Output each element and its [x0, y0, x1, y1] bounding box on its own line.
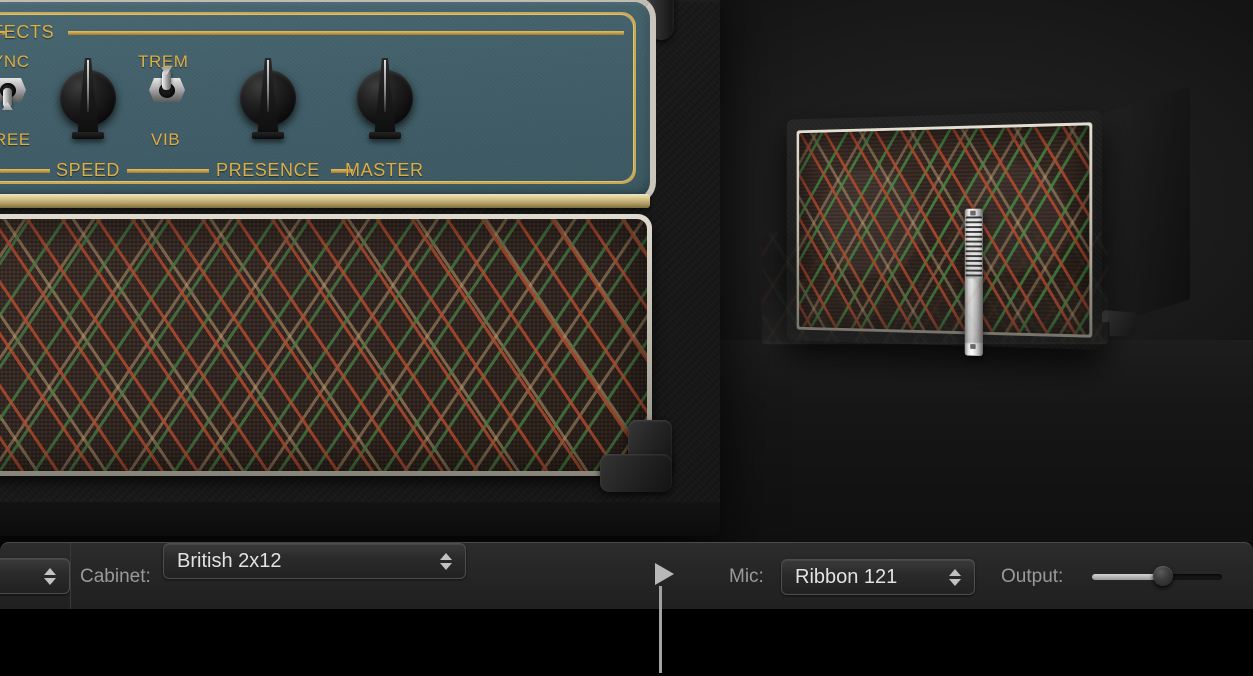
- amp-bottom-edge: [0, 502, 720, 536]
- window-bottom-area: [0, 609, 1253, 676]
- output-label: Output:: [1001, 566, 1064, 587]
- output-slider[interactable]: [1092, 566, 1222, 587]
- knob-foot: [369, 132, 401, 139]
- knob-indicator-line: [87, 60, 89, 112]
- amp-grille-frame: [0, 214, 652, 476]
- bottom-toolbar: Cabinet: British 2x12 Mic: Ribbon 121 Ou…: [0, 542, 1253, 610]
- triangle-down-icon: [440, 562, 452, 570]
- sync-label: SYNC: [0, 52, 30, 71]
- callout-pointer: [655, 563, 681, 673]
- speed-rule-right: [127, 169, 209, 173]
- mic-popup-button[interactable]: Ribbon 121: [781, 559, 975, 595]
- triangle-up-icon: [44, 567, 56, 575]
- amp-head[interactable]: EFFECTS DEPTH SPEED PRESENCE MASTER ON O…: [0, 0, 720, 536]
- vib-label: VIB: [151, 130, 181, 149]
- presence-knob-label: PRESENCE: [216, 160, 320, 180]
- amp-handle: [648, 0, 674, 40]
- knob-foot: [72, 132, 104, 139]
- amp-model-popup-partial[interactable]: [0, 558, 70, 594]
- master-knob-label: MASTER: [345, 160, 424, 180]
- mic-value: Ribbon 121: [795, 565, 898, 588]
- cabinet-value: British 2x12: [177, 549, 282, 572]
- slider-fill: [1092, 574, 1163, 580]
- trem-vib-switch[interactable]: [149, 72, 185, 106]
- depth-rule-right: [0, 169, 50, 173]
- presence-knob[interactable]: [240, 58, 296, 139]
- mic-stepper-arrows[interactable]: [944, 568, 966, 586]
- corner-protector-horizontal: [600, 454, 672, 492]
- slider-thumb[interactable]: [1152, 566, 1173, 586]
- master-knob[interactable]: [357, 58, 413, 139]
- triangle-up-icon: [440, 552, 452, 560]
- callout-stem: [659, 586, 662, 673]
- amp-control-panel: EFFECTS DEPTH SPEED PRESENCE MASTER ON O…: [0, 0, 656, 204]
- cabinet-popup-button[interactable]: British 2x12: [163, 543, 466, 579]
- mic-top-notch: [970, 210, 976, 216]
- triangle-up-icon: [949, 568, 961, 576]
- speed-knob[interactable]: [60, 58, 116, 139]
- mic-label: Mic:: [729, 566, 764, 587]
- amp-designer-window: EFFECTS DEPTH SPEED PRESENCE MASTER ON O…: [0, 0, 1253, 676]
- triangle-down-icon: [44, 577, 56, 585]
- cabinet-label: Cabinet:: [80, 566, 151, 587]
- triangle-down-icon: [949, 578, 961, 586]
- mic-bottom-notch: [970, 344, 976, 350]
- stepper-arrows[interactable]: [39, 567, 61, 585]
- cabinet-reflection: [762, 232, 1108, 344]
- knob-foot: [252, 132, 284, 139]
- knob-indicator-line: [384, 60, 386, 112]
- toolbar-separator-1: [70, 543, 71, 610]
- effects-rule-right: [68, 31, 624, 35]
- effects-section-label: EFFECTS: [0, 22, 55, 42]
- free-label: FREE: [0, 130, 31, 149]
- pointer-triangle-icon: [655, 563, 674, 585]
- knob-indicator-line: [267, 60, 269, 112]
- speed-knob-label: SPEED: [56, 160, 121, 180]
- amp-corner-protector: [600, 420, 672, 492]
- sync-free-switch[interactable]: [0, 72, 26, 110]
- cabinet-stepper-arrows[interactable]: [435, 552, 457, 570]
- amp-grille-cloth: [0, 219, 647, 471]
- amp-gold-trim: [0, 194, 650, 208]
